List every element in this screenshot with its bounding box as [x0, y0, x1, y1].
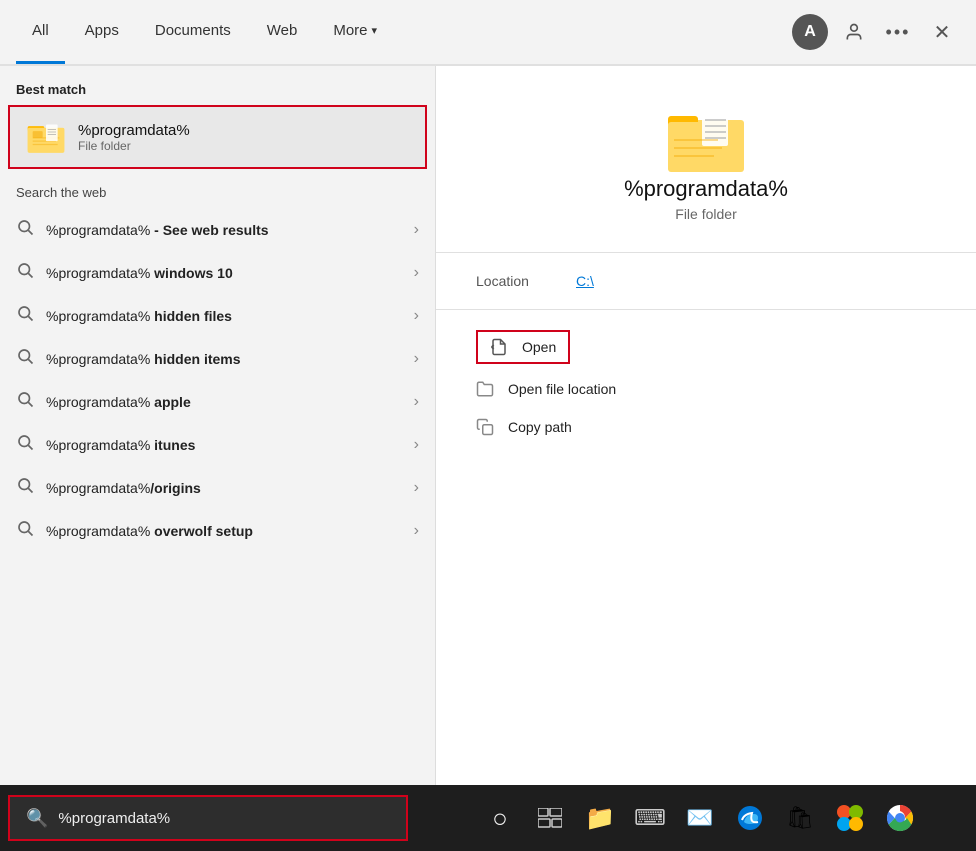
search-icon-sm: [16, 433, 34, 456]
chevron-right-icon: ›: [414, 307, 419, 325]
search-result-row[interactable]: %programdata% itunes ›: [0, 423, 435, 466]
tab-more[interactable]: More ▾: [317, 0, 393, 64]
search-icon-sm: [16, 218, 34, 241]
best-match-label: Best match: [0, 66, 435, 105]
right-top: %programdata% File folder: [436, 66, 976, 253]
keyboard-icon[interactable]: ⌨: [627, 795, 673, 841]
file-explorer-icon[interactable]: 📁: [577, 795, 623, 841]
search-nav: All Apps Documents Web More ▾ A •••: [0, 0, 976, 66]
cortana-icon[interactable]: ○: [477, 795, 523, 841]
search-result-row[interactable]: %programdata% - See web results ›: [0, 208, 435, 251]
search-result-row[interactable]: %programdata% apple ›: [0, 380, 435, 423]
mail-icon[interactable]: ✉️: [677, 795, 723, 841]
best-match-subtitle: File folder: [78, 139, 190, 153]
tab-apps[interactable]: Apps: [69, 0, 135, 64]
search-result-row[interactable]: %programdata% overwolf setup ›: [0, 509, 435, 552]
right-actions: Open Open file location Copy path: [436, 310, 976, 460]
copy-path-label: Copy path: [508, 419, 572, 435]
best-match-text: %programdata% File folder: [78, 122, 190, 153]
taskbar-search-icon: 🔍: [26, 808, 48, 829]
right-folder-icon: [666, 106, 746, 176]
result-text: %programdata% windows 10: [46, 265, 402, 281]
chevron-right-icon: ›: [414, 221, 419, 239]
main-content: Best match: [0, 66, 976, 785]
left-panel: Best match: [0, 66, 436, 785]
store-icon[interactable]: 🛍: [777, 795, 823, 841]
search-icon-sm: [16, 519, 34, 542]
tab-documents[interactable]: Documents: [139, 0, 247, 64]
right-panel: %programdata% File folder Location C:\ O…: [436, 66, 976, 785]
search-icon-sm: [16, 476, 34, 499]
right-title: %programdata%: [624, 176, 788, 202]
search-icon-sm: [16, 347, 34, 370]
open-action[interactable]: Open: [476, 330, 570, 364]
taskbar-icons: ○ 📁 ⌨ ✉️ 🛍: [424, 795, 976, 841]
search-result-row[interactable]: %programdata% hidden items ›: [0, 337, 435, 380]
result-text: %programdata%/origins: [46, 480, 402, 496]
person-icon[interactable]: [836, 14, 872, 50]
result-text: %programdata% - See web results: [46, 222, 402, 238]
result-text: %programdata% hidden items: [46, 351, 402, 367]
search-result-row[interactable]: %programdata% hidden files ›: [0, 294, 435, 337]
copy-path-icon: [476, 418, 494, 436]
photos-icon[interactable]: [827, 795, 873, 841]
chrome-icon[interactable]: [877, 795, 923, 841]
close-icon[interactable]: ✕: [924, 14, 960, 50]
web-search-label: Search the web: [0, 169, 435, 208]
taskbar-search-box[interactable]: 🔍 %programdata%: [8, 795, 408, 841]
taskbar: 🔍 %programdata% ○ 📁 ⌨ ✉️: [0, 785, 976, 851]
more-options-icon[interactable]: •••: [880, 14, 916, 50]
search-result-row[interactable]: %programdata%/origins ›: [0, 466, 435, 509]
open-file-location-action[interactable]: Open file location: [476, 376, 936, 402]
search-result-row[interactable]: %programdata% windows 10 ›: [0, 251, 435, 294]
search-icon-sm: [16, 390, 34, 413]
edge-icon[interactable]: [727, 795, 773, 841]
location-label: Location: [476, 273, 556, 289]
avatar[interactable]: A: [792, 14, 828, 50]
tab-web[interactable]: Web: [251, 0, 314, 64]
chevron-right-icon: ›: [414, 522, 419, 540]
location-row: Location C:\: [476, 273, 936, 289]
chevron-down-icon: ▾: [372, 24, 378, 37]
copy-path-action[interactable]: Copy path: [476, 414, 936, 440]
result-text: %programdata% itunes: [46, 437, 402, 453]
nav-tabs: All Apps Documents Web More ▾: [16, 0, 393, 64]
open-file-location-icon: [476, 380, 494, 398]
search-results: %programdata% - See web results›%program…: [0, 208, 435, 552]
folder-icon: [26, 119, 66, 155]
chevron-right-icon: ›: [414, 436, 419, 454]
right-details: Location C:\: [436, 253, 976, 310]
best-match-item[interactable]: %programdata% File folder: [8, 105, 427, 169]
nav-right: A ••• ✕: [792, 14, 960, 50]
task-view-icon[interactable]: [527, 795, 573, 841]
result-text: %programdata% overwolf setup: [46, 523, 402, 539]
result-text: %programdata% hidden files: [46, 308, 402, 324]
location-value[interactable]: C:\: [576, 273, 594, 289]
open-icon: [490, 338, 508, 356]
open-label: Open: [522, 339, 556, 355]
search-icon-sm: [16, 261, 34, 284]
right-subtitle: File folder: [675, 206, 736, 222]
chevron-right-icon: ›: [414, 350, 419, 368]
chevron-right-icon: ›: [414, 393, 419, 411]
tab-all[interactable]: All: [16, 0, 65, 64]
chevron-right-icon: ›: [414, 479, 419, 497]
best-match-title: %programdata%: [78, 122, 190, 139]
taskbar-search-text: %programdata%: [58, 810, 170, 827]
result-text: %programdata% apple: [46, 394, 402, 410]
chevron-right-icon: ›: [414, 264, 419, 282]
open-file-location-label: Open file location: [508, 381, 616, 397]
search-icon-sm: [16, 304, 34, 327]
